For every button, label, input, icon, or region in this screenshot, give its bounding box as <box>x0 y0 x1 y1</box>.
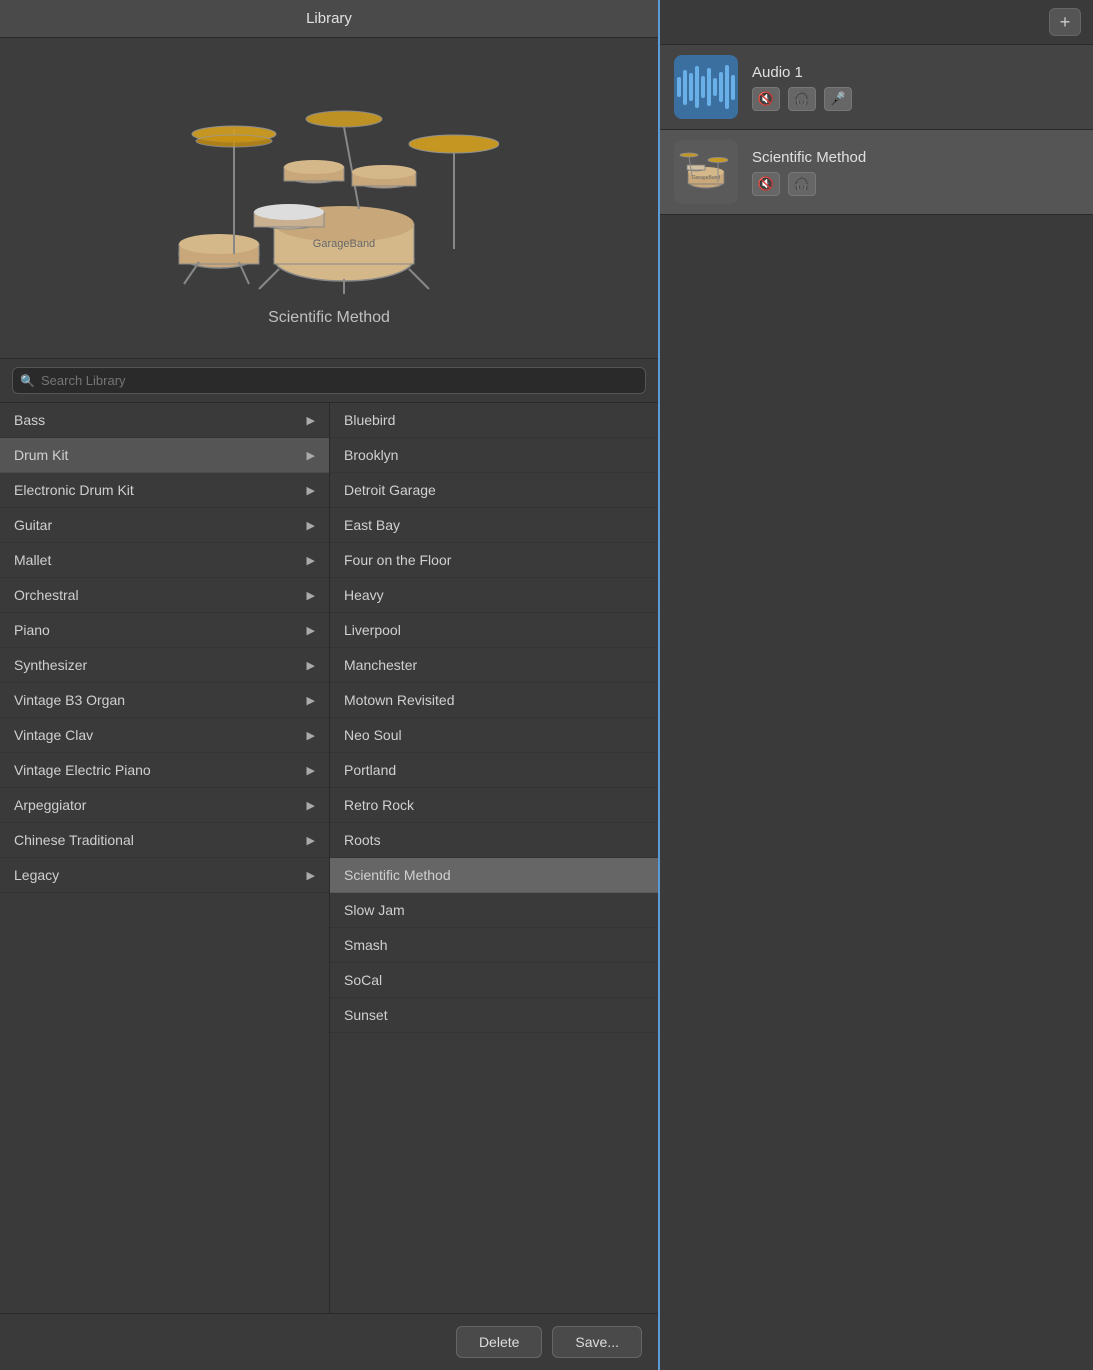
headphones-button-audio1[interactable]: 🎧 <box>788 87 816 111</box>
list-item[interactable]: Neo Soul <box>330 718 658 753</box>
track-drum1: GarageBand Scientific Method 🔇 🎧 <box>660 130 1093 215</box>
list-item[interactable]: Roots <box>330 823 658 858</box>
chevron-right-icon: ▶ <box>307 764 315 777</box>
drum-kit-list: Bluebird Brooklyn Detroit Garage East Ba… <box>330 403 658 1313</box>
chevron-right-icon: ▶ <box>307 799 315 812</box>
chevron-right-icon: ▶ <box>307 414 315 427</box>
library-title: Library <box>306 10 352 27</box>
search-icon: 🔍 <box>20 374 35 388</box>
chevron-right-icon: ▶ <box>307 624 315 637</box>
list-item[interactable]: Slow Jam <box>330 893 658 928</box>
chevron-right-icon: ▶ <box>307 694 315 707</box>
list-item[interactable]: Piano ▶ <box>0 613 329 648</box>
input-button-audio1[interactable]: 🎤 <box>824 87 852 111</box>
list-item[interactable]: Sunset <box>330 998 658 1033</box>
list-item[interactable]: Retro Rock <box>330 788 658 823</box>
list-item[interactable]: Chinese Traditional ▶ <box>0 823 329 858</box>
list-item[interactable]: Electronic Drum Kit ▶ <box>0 473 329 508</box>
chevron-right-icon: ▶ <box>307 729 315 742</box>
mute-button-drum1[interactable]: 🔇 <box>752 172 780 196</box>
list-item[interactable]: Synthesizer ▶ <box>0 648 329 683</box>
list-item[interactable]: Manchester <box>330 648 658 683</box>
chevron-right-icon: ▶ <box>307 659 315 672</box>
chevron-right-icon: ▶ <box>307 554 315 567</box>
chevron-right-icon: ▶ <box>307 484 315 497</box>
list-item[interactable]: Smash <box>330 928 658 963</box>
search-input[interactable] <box>12 367 646 394</box>
track-info-audio1: Audio 1 🔇 🎧 🎤 <box>752 64 1079 111</box>
list-item[interactable]: Heavy <box>330 578 658 613</box>
list-item[interactable]: Portland <box>330 753 658 788</box>
library-header: Library <box>0 0 658 38</box>
list-item[interactable]: Bluebird <box>330 403 658 438</box>
save-button[interactable]: Save... <box>552 1326 642 1358</box>
list-item[interactable]: Orchestral ▶ <box>0 578 329 613</box>
list-item[interactable]: Motown Revisited <box>330 683 658 718</box>
drum-preview-area: GarageBand <box>0 38 658 358</box>
track-info-drum1: Scientific Method 🔇 🎧 <box>752 149 1079 196</box>
list-item[interactable]: Liverpool <box>330 613 658 648</box>
track-name-drum1: Scientific Method <box>752 149 1079 166</box>
list-item[interactable]: Guitar ▶ <box>0 508 329 543</box>
chevron-right-icon: ▶ <box>307 869 315 882</box>
mute-button-audio1[interactable]: 🔇 <box>752 87 780 111</box>
list-item[interactable]: Vintage Clav ▶ <box>0 718 329 753</box>
audio-track-icon <box>674 55 738 119</box>
drum-kit-small-icon: GarageBand <box>674 140 738 204</box>
library-panel: Library GarageBand <box>0 0 660 1370</box>
svg-text:GarageBand: GarageBand <box>692 175 721 181</box>
waveform-icon <box>669 55 743 119</box>
track-audio1: Audio 1 🔇 🎧 🎤 <box>660 45 1093 130</box>
top-bar: + <box>660 0 1093 45</box>
drum-track-icon: GarageBand <box>674 140 738 204</box>
chevron-right-icon: ▶ <box>307 589 315 602</box>
svg-text:GarageBand: GarageBand <box>313 238 375 250</box>
chevron-right-icon: ▶ <box>307 519 315 532</box>
list-item[interactable]: Drum Kit ▶ <box>0 438 329 473</box>
list-area: Bass ▶ Drum Kit ▶ Electronic Drum Kit ▶ … <box>0 403 658 1313</box>
track-controls-audio1: 🔇 🎧 🎤 <box>752 87 1079 111</box>
list-item[interactable]: Legacy ▶ <box>0 858 329 893</box>
drum-kit-image: GarageBand <box>159 69 499 299</box>
list-item[interactable]: Vintage Electric Piano ▶ <box>0 753 329 788</box>
list-item[interactable]: Vintage B3 Organ ▶ <box>0 683 329 718</box>
track-controls-drum1: 🔇 🎧 <box>752 172 1079 196</box>
category-list: Bass ▶ Drum Kit ▶ Electronic Drum Kit ▶ … <box>0 403 330 1313</box>
add-track-button[interactable]: + <box>1049 8 1081 36</box>
drum-kit-name-label: Scientific Method <box>268 309 390 327</box>
right-panel: + Audio 1 🔇 🎧 🎤 <box>660 0 1093 1370</box>
list-item[interactable]: East Bay <box>330 508 658 543</box>
chevron-right-icon: ▶ <box>307 834 315 847</box>
list-item[interactable]: Four on the Floor <box>330 543 658 578</box>
headphones-button-drum1[interactable]: 🎧 <box>788 172 816 196</box>
delete-button[interactable]: Delete <box>456 1326 542 1358</box>
track-name-audio1: Audio 1 <box>752 64 1079 81</box>
list-item[interactable]: Brooklyn <box>330 438 658 473</box>
list-item-scientific-method[interactable]: Scientific Method <box>330 858 658 893</box>
list-item[interactable]: Mallet ▶ <box>0 543 329 578</box>
list-item[interactable]: Arpeggiator ▶ <box>0 788 329 823</box>
list-item[interactable]: Detroit Garage <box>330 473 658 508</box>
bottom-bar: Delete Save... <box>0 1313 658 1370</box>
search-bar: 🔍 <box>0 358 658 403</box>
chevron-right-icon: ▶ <box>307 449 315 462</box>
list-item[interactable]: Bass ▶ <box>0 403 329 438</box>
list-item[interactable]: SoCal <box>330 963 658 998</box>
